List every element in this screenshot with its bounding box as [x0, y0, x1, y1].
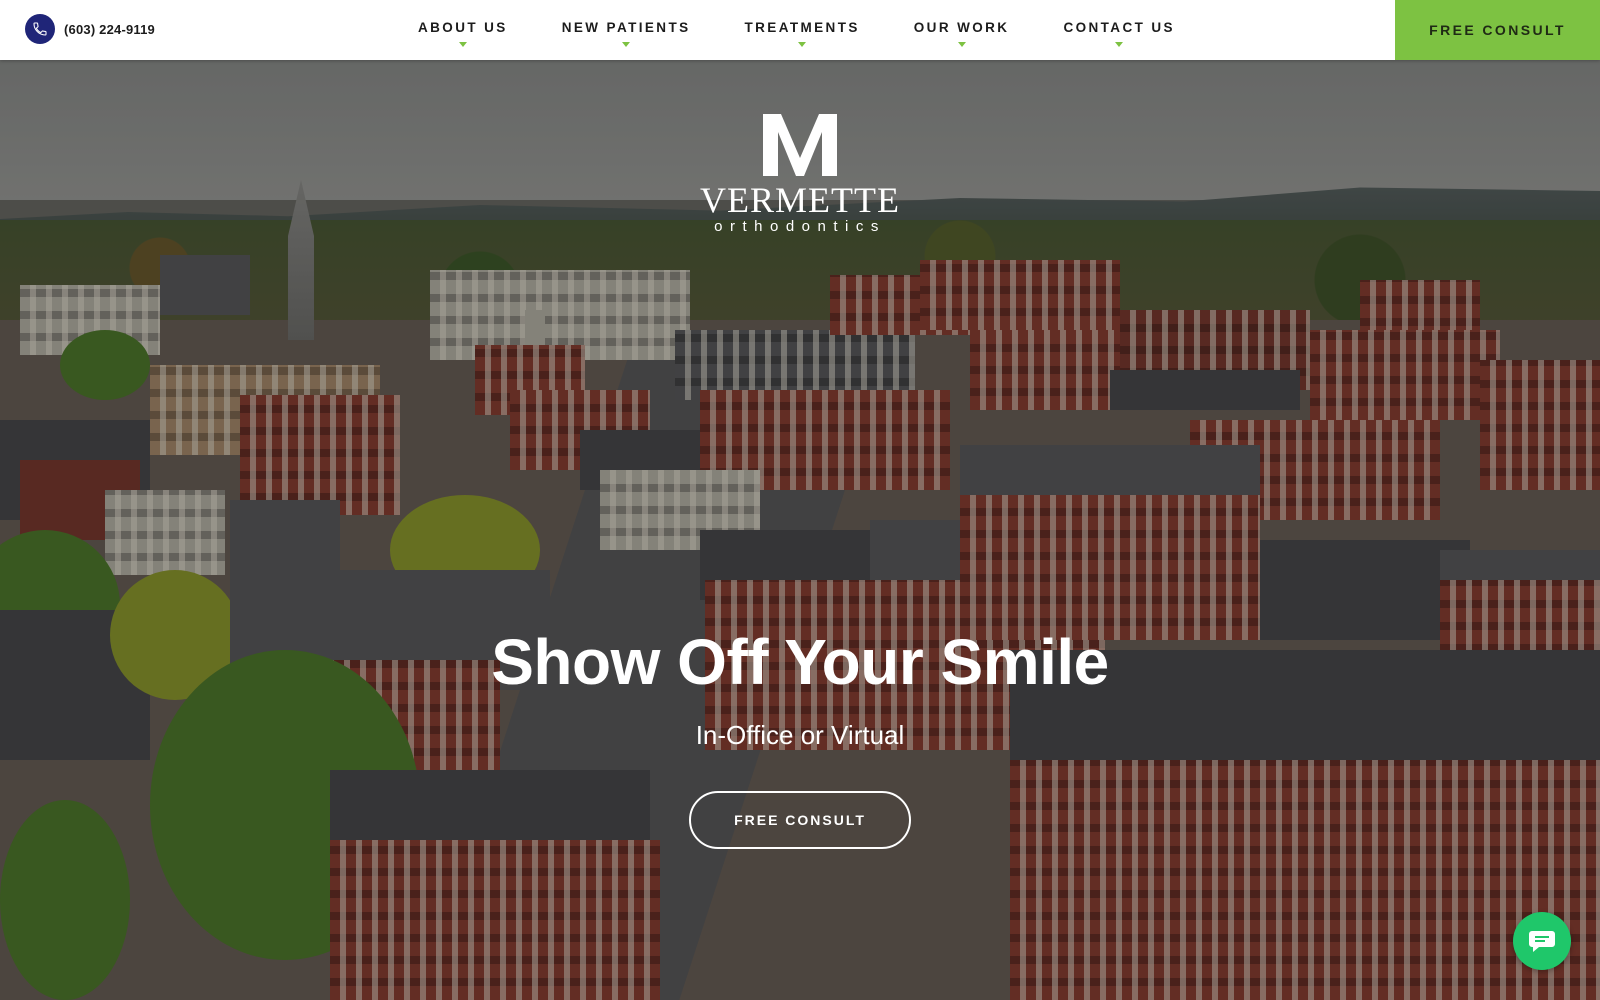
hero-subheadline: In-Office or Virtual: [695, 720, 905, 750]
brand-logo[interactable]: VERMETTE orthodontics: [690, 110, 910, 236]
phone-number[interactable]: (603) 224-9119: [64, 22, 155, 37]
nav-new-patients[interactable]: NEW PATIENTS: [562, 0, 691, 60]
nav-label: NEW PATIENTS: [561, 20, 691, 35]
chevron-down-icon: [458, 42, 467, 47]
phone-icon: [25, 14, 55, 44]
hero-headline: Show Off Your Smile: [491, 626, 1109, 698]
site-header: (603) 224-9119 ABOUT US NEW PATIENTS TRE…: [0, 0, 1600, 60]
phone-link[interactable]: (603) 224-9119: [25, 14, 155, 44]
nav-our-work[interactable]: OUR WORK: [914, 0, 1010, 60]
free-consult-hero-button[interactable]: FREE CONSULT: [689, 791, 911, 849]
free-consult-header-button[interactable]: FREE CONSULT: [1395, 0, 1600, 60]
chat-bubble-icon: [1529, 931, 1555, 952]
main-nav: ABOUT US NEW PATIENTS TREATMENTS OUR WOR…: [418, 0, 1175, 60]
logo-subtitle: orthodontics: [714, 218, 886, 235]
nav-label: ABOUT US: [418, 20, 508, 35]
nav-contact-us[interactable]: CONTACT US: [1063, 0, 1175, 60]
hero-section: VERMETTE orthodontics Show Off Your Smil…: [0, 60, 1600, 1000]
logo-name: VERMETTE: [700, 180, 900, 220]
chevron-down-icon: [798, 42, 807, 47]
nav-label: OUR WORK: [913, 20, 1010, 35]
chevron-down-icon: [1115, 42, 1124, 47]
nav-about-us[interactable]: ABOUT US: [418, 0, 508, 60]
chevron-down-icon: [622, 42, 631, 47]
chat-button[interactable]: [1513, 912, 1571, 970]
nav-treatments[interactable]: TREATMENTS: [745, 0, 860, 60]
chevron-down-icon: [957, 42, 966, 47]
logo-m-mark: [763, 114, 837, 176]
nav-label: CONTACT US: [1063, 20, 1175, 35]
nav-label: TREATMENTS: [744, 20, 860, 35]
